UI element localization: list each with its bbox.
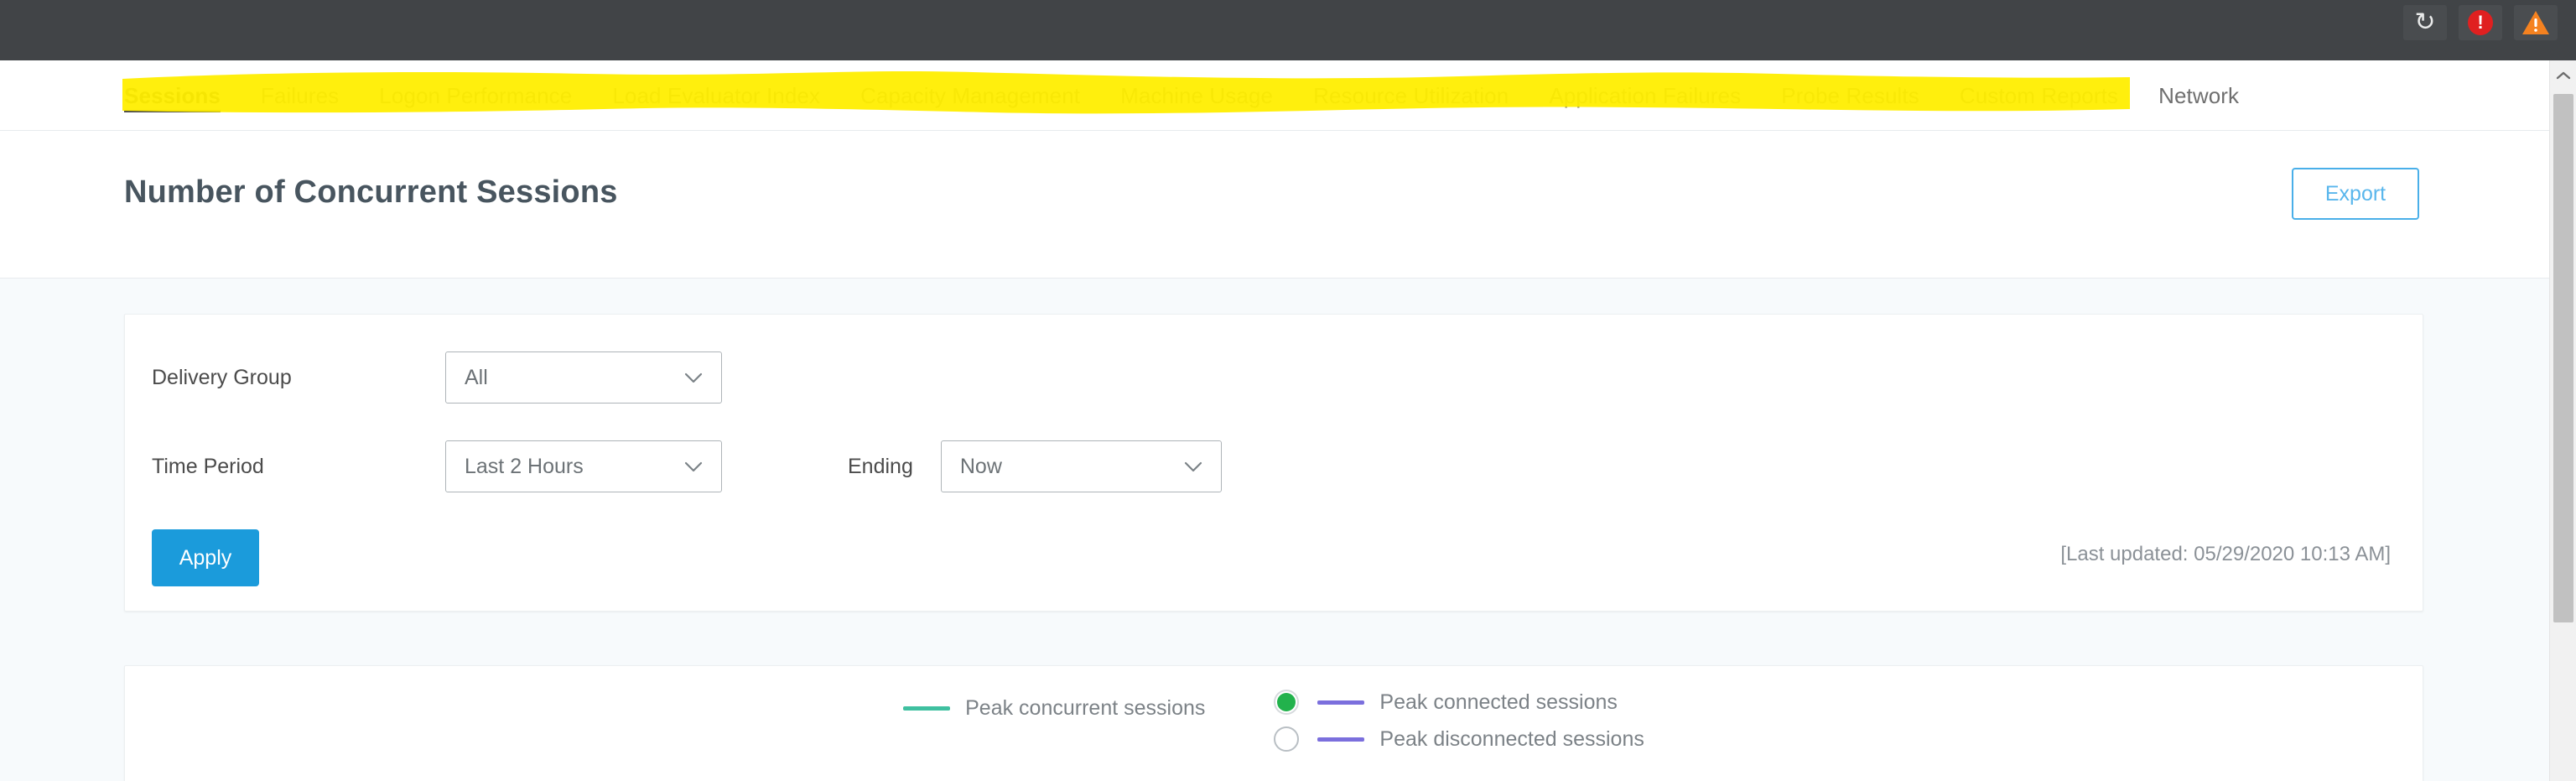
scroll-up-arrow-icon[interactable] bbox=[2550, 60, 2576, 91]
chart-legend: Peak concurrent sessions Peak connected … bbox=[125, 690, 2423, 752]
tab-custom-reports[interactable]: Custom Reports bbox=[1940, 60, 2138, 131]
tab-label: Custom Reports bbox=[1959, 83, 2119, 108]
scrollbar-thumb[interactable] bbox=[2553, 94, 2573, 622]
tab-sessions[interactable]: Sessions bbox=[124, 60, 241, 131]
tab-label: Logon Performance bbox=[379, 83, 573, 108]
legend-swatch-peak-concurrent bbox=[903, 706, 951, 711]
tab-label: Load Evaluator Index bbox=[612, 83, 821, 108]
delivery-group-value: All bbox=[465, 365, 488, 389]
page-header: Number of Concurrent Sessions Export bbox=[0, 131, 2549, 279]
tab-label: Application Failures bbox=[1549, 83, 1742, 108]
delivery-group-select[interactable]: All bbox=[445, 351, 722, 404]
legend-label-peak-concurrent: Peak concurrent sessions bbox=[965, 696, 1206, 720]
error-indicator-button[interactable]: ! bbox=[2459, 5, 2502, 40]
tab-label: Probe Results bbox=[1781, 83, 1919, 108]
tab-load-evaluator-index[interactable]: Load Evaluator Index bbox=[592, 60, 840, 131]
chart-panel: Peak concurrent sessions Peak connected … bbox=[124, 665, 2423, 781]
chevron-down-icon bbox=[1182, 456, 1204, 477]
tab-resource-utilization[interactable]: Resource Utilization bbox=[1293, 60, 1529, 131]
primary-navigation: Sessions Failures Logon Performance Load… bbox=[0, 60, 2549, 131]
legend-swatch-peak-connected bbox=[1317, 700, 1365, 705]
radio-peak-disconnected[interactable] bbox=[1274, 726, 1300, 752]
legend-item-peak-concurrent[interactable]: Peak concurrent sessions bbox=[903, 690, 1205, 721]
legend-swatch-peak-disconnected bbox=[1317, 737, 1365, 742]
refresh-icon: ↻ bbox=[2414, 8, 2436, 37]
export-button[interactable]: Export bbox=[2292, 168, 2419, 220]
error-icon: ! bbox=[2468, 10, 2493, 35]
tab-list: Sessions Failures Logon Performance Load… bbox=[124, 60, 2259, 131]
legend-label-peak-connected: Peak connected sessions bbox=[1379, 690, 1618, 714]
tab-label: Network bbox=[2158, 83, 2240, 108]
last-updated-text: [Last updated: 05/29/2020 10:13 AM] bbox=[2060, 543, 2391, 565]
refresh-button[interactable]: ↻ bbox=[2403, 5, 2447, 40]
chrome-icon-group: ↻ ! bbox=[2403, 0, 2576, 40]
apply-button[interactable]: Apply bbox=[152, 529, 259, 586]
legend-item-peak-disconnected[interactable]: Peak disconnected sessions bbox=[1274, 726, 1644, 752]
tab-probe-results[interactable]: Probe Results bbox=[1761, 60, 1940, 131]
radio-peak-connected[interactable] bbox=[1274, 690, 1300, 715]
director-app-window: ↻ ! Sessions Failures Logon Performance … bbox=[0, 0, 2576, 781]
tab-machine-usage[interactable]: Machine Usage bbox=[1100, 60, 1293, 131]
ending-label: Ending bbox=[848, 454, 913, 478]
time-period-select[interactable]: Last 2 Hours bbox=[445, 440, 722, 492]
time-period-value: Last 2 Hours bbox=[465, 454, 584, 478]
tab-capacity-management[interactable]: Capacity Management bbox=[840, 60, 1100, 131]
chevron-down-icon bbox=[683, 456, 704, 477]
time-period-label: Time Period bbox=[152, 454, 264, 478]
filter-panel: Delivery Group All Time Period Last 2 Ho… bbox=[124, 314, 2423, 612]
vertical-scrollbar[interactable] bbox=[2549, 60, 2576, 781]
legend-item-peak-connected[interactable]: Peak connected sessions bbox=[1274, 690, 1644, 715]
browser-chrome-bar: ↻ ! bbox=[0, 0, 2576, 60]
tab-label: Sessions bbox=[124, 83, 221, 108]
chevron-down-icon bbox=[683, 367, 704, 388]
main-content: Delivery Group All Time Period Last 2 Ho… bbox=[0, 279, 2549, 781]
delivery-group-label: Delivery Group bbox=[152, 365, 292, 389]
tab-failures[interactable]: Failures bbox=[241, 60, 359, 131]
legend-label-peak-disconnected: Peak disconnected sessions bbox=[1379, 726, 1644, 751]
time-period-row: Time Period Last 2 Hours Ending Now bbox=[152, 440, 1222, 492]
tab-label: Machine Usage bbox=[1120, 83, 1274, 108]
tab-label: Resource Utilization bbox=[1313, 83, 1509, 108]
warning-icon bbox=[2521, 10, 2550, 35]
tab-label: Failures bbox=[260, 83, 340, 108]
ending-select[interactable]: Now bbox=[940, 440, 1222, 492]
page-title: Number of Concurrent Sessions bbox=[124, 174, 618, 210]
tab-application-failures[interactable]: Application Failures bbox=[1529, 60, 1761, 131]
ending-value: Now bbox=[959, 454, 1002, 478]
tab-network[interactable]: Network bbox=[2138, 60, 2259, 131]
warning-indicator-button[interactable] bbox=[2514, 5, 2558, 40]
tab-label: Capacity Management bbox=[860, 83, 1081, 108]
tab-logon-performance[interactable]: Logon Performance bbox=[359, 60, 592, 131]
delivery-group-row: Delivery Group All bbox=[152, 351, 722, 404]
legend-radio-group: Peak connected sessions Peak disconnecte… bbox=[1274, 690, 1644, 752]
